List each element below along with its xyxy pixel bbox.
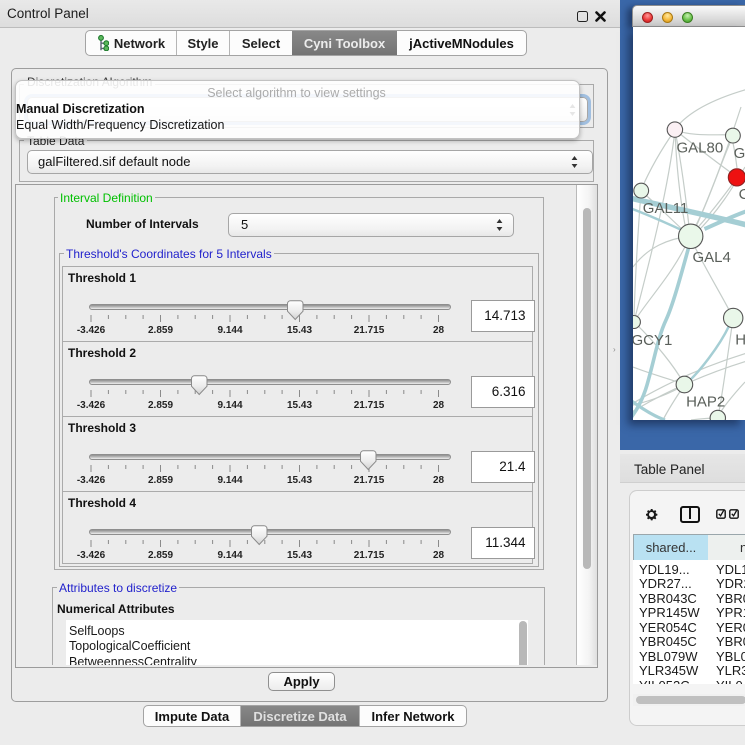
svg-text:GCY1: GCY1 (633, 332, 672, 349)
svg-text:CYC: CYC (739, 186, 745, 203)
svg-text:GAL11: GAL11 (643, 200, 689, 217)
svg-text:GAL4: GAL4 (693, 249, 731, 266)
svg-text:HIS: HIS (735, 332, 745, 349)
svg-text:HAP2: HAP2 (686, 394, 725, 411)
svg-text:GAL80: GAL80 (677, 139, 724, 156)
svg-text:GAL: GAL (734, 145, 745, 162)
